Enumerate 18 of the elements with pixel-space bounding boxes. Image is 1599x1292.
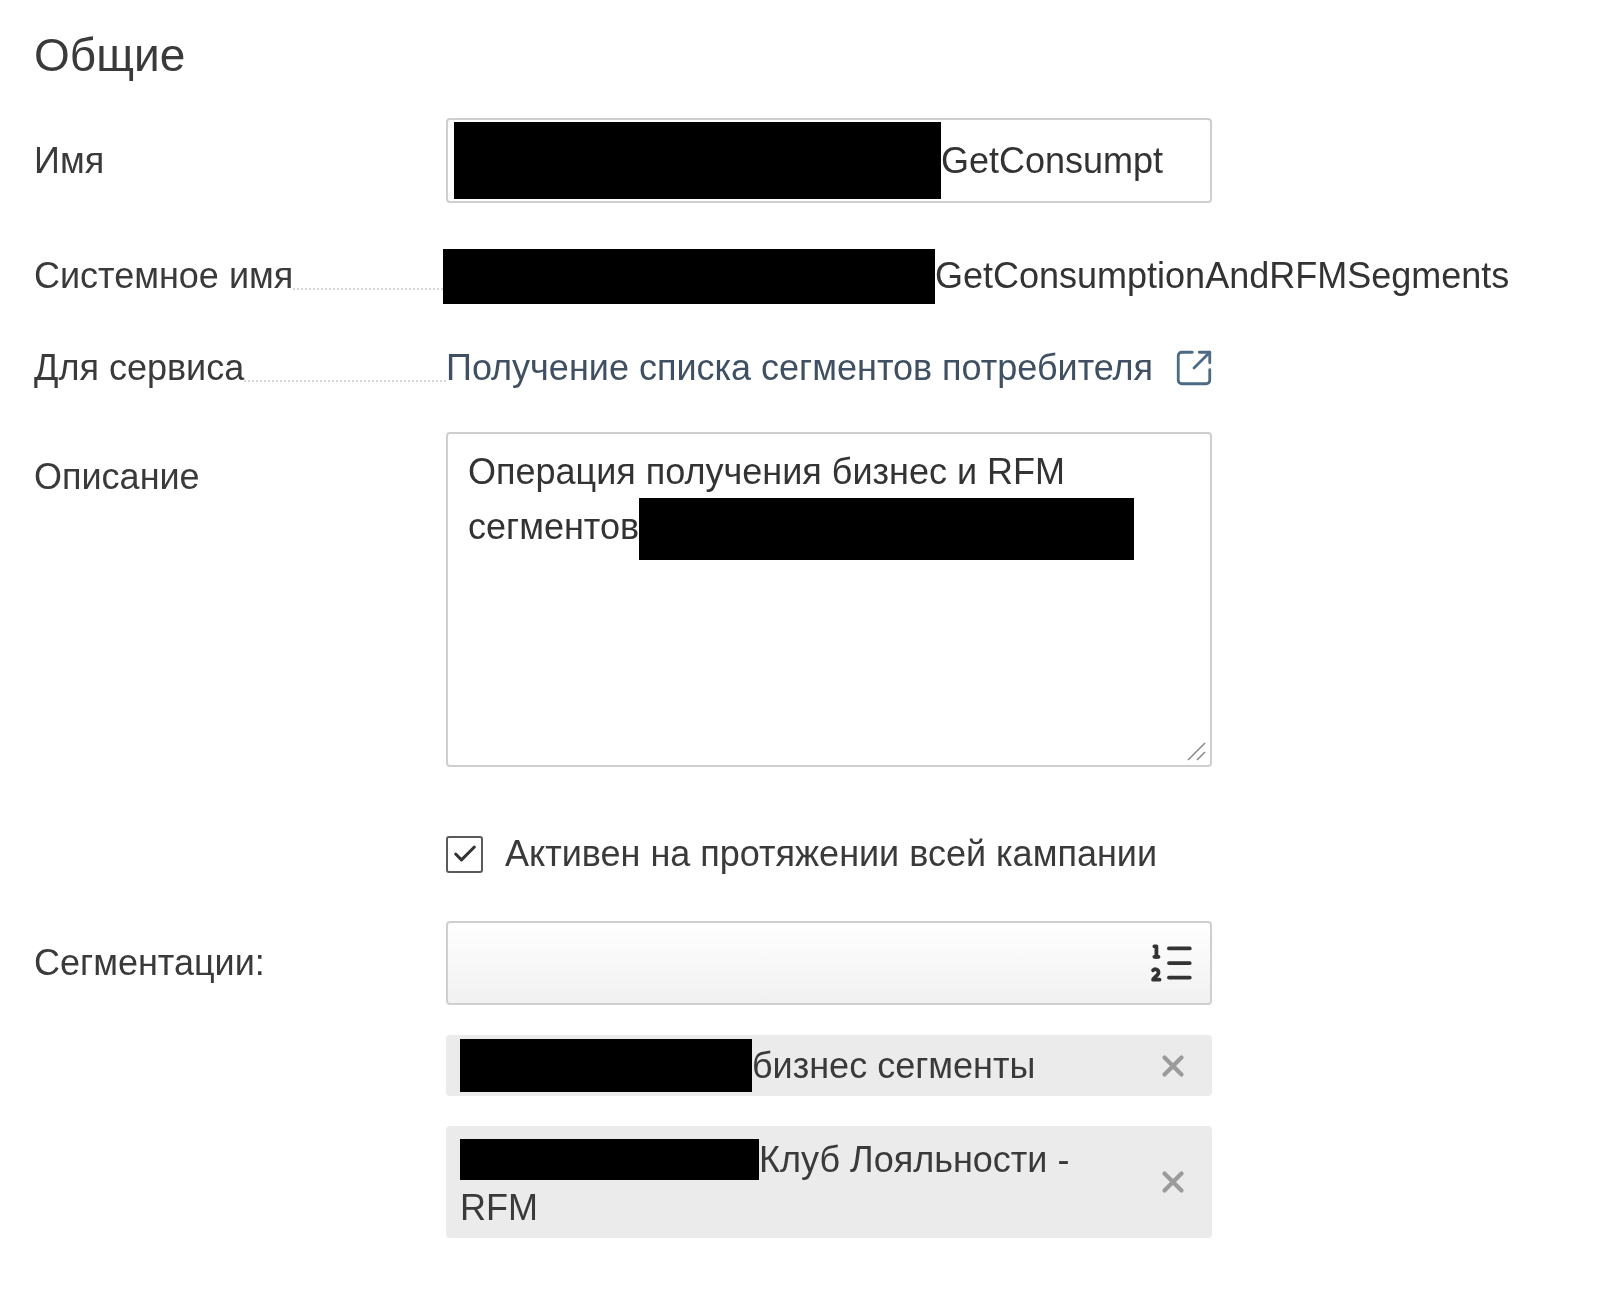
field-label: Для сервиса [34, 346, 245, 390]
name-field[interactable]: GetConsumpt [446, 118, 1212, 203]
field-label: Системное имя [34, 254, 294, 298]
field-value: GetConsumpt [941, 138, 1164, 183]
field-label: Сегментации: [34, 942, 265, 983]
service-link[interactable]: Получение списка сегментов потребителя [446, 346, 1154, 390]
field-label: Имя [34, 139, 105, 181]
section-title: Общие [34, 28, 186, 83]
tag-text: бизнес сегменты [752, 1045, 1036, 1086]
resize-handle-icon[interactable] [1186, 741, 1206, 761]
segmentation-field[interactable] [446, 921, 1212, 1005]
field-label: Описание [34, 456, 200, 497]
system-name-value: GetConsumptionAndRFMSegments [935, 254, 1510, 298]
tag-text: Клуб Лояльности - RFM [460, 1139, 1070, 1228]
checkbox[interactable] [446, 835, 483, 873]
checkbox-label[interactable]: Активен на протяжении всей кампании [505, 832, 1157, 876]
description-field[interactable]: Операция получения бизнес и RFM сегментов [446, 432, 1212, 767]
description-text: Операция получения бизнес и RFM сегментов [468, 451, 1065, 547]
